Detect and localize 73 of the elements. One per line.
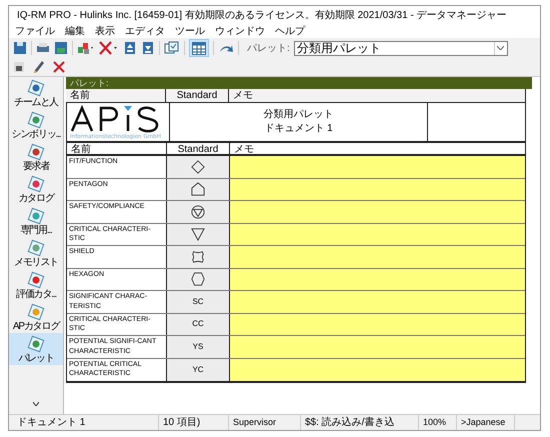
status-field: >Japanese bbox=[457, 415, 515, 430]
memo-cell[interactable] bbox=[230, 358, 525, 381]
tile-icon bbox=[27, 303, 45, 321]
status-field: ドキュメント 1 bbox=[9, 415, 159, 430]
menu-item[interactable]: ツール bbox=[173, 24, 207, 38]
window-title: IQ-RM PRO - Hulinks Inc. [16459-01] 有効期限のあるライセンス。有効期限 2021/03/31 - データマネージャー bbox=[17, 8, 507, 22]
sidebar-item[interactable]: 専門用... bbox=[9, 205, 63, 237]
delete-icon[interactable] bbox=[53, 61, 65, 73]
sidebar-item[interactable]: カタログ bbox=[9, 173, 63, 205]
save-icon[interactable] bbox=[13, 41, 27, 55]
memo-cell[interactable] bbox=[230, 178, 525, 200]
tile-icon bbox=[27, 143, 45, 161]
standard-code: YC bbox=[192, 364, 204, 376]
palette-header-bar: パレット: bbox=[66, 77, 532, 89]
chevron-down-icon bbox=[497, 46, 504, 50]
standard-code: CC bbox=[192, 318, 204, 330]
menu-item[interactable]: 表示 bbox=[93, 24, 117, 38]
menu-item[interactable]: ウィンドウ bbox=[213, 24, 267, 38]
tile-icon bbox=[27, 239, 45, 257]
checklist-icon[interactable] bbox=[164, 41, 180, 55]
standard-code: SC bbox=[192, 296, 204, 308]
palette-title: ドキュメント 1 bbox=[264, 123, 333, 135]
tile-icon bbox=[27, 335, 45, 353]
pentagon-icon bbox=[191, 182, 205, 196]
save-icon[interactable] bbox=[54, 41, 68, 55]
sidebar-item[interactable]: チームと人 bbox=[9, 77, 63, 109]
menu-item[interactable]: エディタ bbox=[123, 24, 167, 38]
memo-cell[interactable] bbox=[230, 336, 525, 358]
chevron-down-icon[interactable] bbox=[33, 402, 39, 406]
sidebar-item[interactable]: 評価カタ... bbox=[9, 269, 63, 301]
palette-label: パレット: bbox=[247, 42, 290, 56]
blocks-icon[interactable] bbox=[77, 41, 95, 55]
status-field: 100% bbox=[419, 415, 457, 430]
sidebar-item[interactable]: メモリスト bbox=[9, 237, 63, 269]
memo-cell[interactable] bbox=[230, 246, 525, 268]
memo-cell[interactable] bbox=[230, 314, 525, 335]
triangle-icon bbox=[191, 227, 205, 242]
memo-cell[interactable] bbox=[230, 201, 525, 222]
menu-item[interactable]: 編集 bbox=[63, 24, 87, 38]
sidebar-item[interactable]: APカタログ bbox=[9, 301, 63, 333]
table-icon bbox=[192, 42, 206, 54]
sidebar-item[interactable]: シンボリッ... bbox=[9, 109, 63, 141]
hexagon-icon bbox=[191, 272, 205, 286]
shield-icon bbox=[191, 250, 205, 264]
tile-icon bbox=[27, 271, 45, 289]
menu-item[interactable]: ファイル bbox=[13, 24, 57, 38]
column-header: 名前 bbox=[66, 89, 166, 102]
delete-icon[interactable] bbox=[99, 41, 119, 55]
sidebar-item[interactable]: 要求者 bbox=[9, 141, 63, 173]
sidebar-item[interactable]: パレット bbox=[9, 333, 63, 365]
upload-icon[interactable] bbox=[123, 41, 137, 55]
tile-icon bbox=[27, 207, 45, 225]
palette-dropdown[interactable]: 分類用パレット bbox=[294, 40, 508, 56]
pencil-icon[interactable] bbox=[33, 60, 45, 74]
status-field: $$: 読み込み/書き込 bbox=[301, 415, 419, 430]
diamond-icon bbox=[191, 160, 205, 174]
tile-icon bbox=[27, 175, 45, 193]
memo-cell[interactable] bbox=[230, 156, 525, 178]
tile-icon bbox=[27, 111, 45, 129]
column-header: Standard bbox=[166, 89, 229, 102]
memo-cell[interactable] bbox=[230, 224, 525, 245]
grid-view-button[interactable] bbox=[189, 39, 209, 57]
standard-code: YS bbox=[192, 340, 204, 353]
status-field: 10 項目) bbox=[159, 415, 229, 430]
download-icon[interactable] bbox=[141, 41, 155, 55]
column-header: メモ bbox=[232, 89, 254, 102]
memo-cell[interactable] bbox=[230, 268, 525, 290]
printer-icon[interactable] bbox=[36, 41, 50, 55]
menu-item[interactable]: ヘルプ bbox=[273, 24, 307, 38]
status-field: Supervisor bbox=[229, 415, 301, 430]
column-header: メモ bbox=[233, 143, 255, 156]
memo-cell[interactable] bbox=[230, 291, 525, 312]
palette-title: 分類用パレット bbox=[264, 109, 334, 121]
